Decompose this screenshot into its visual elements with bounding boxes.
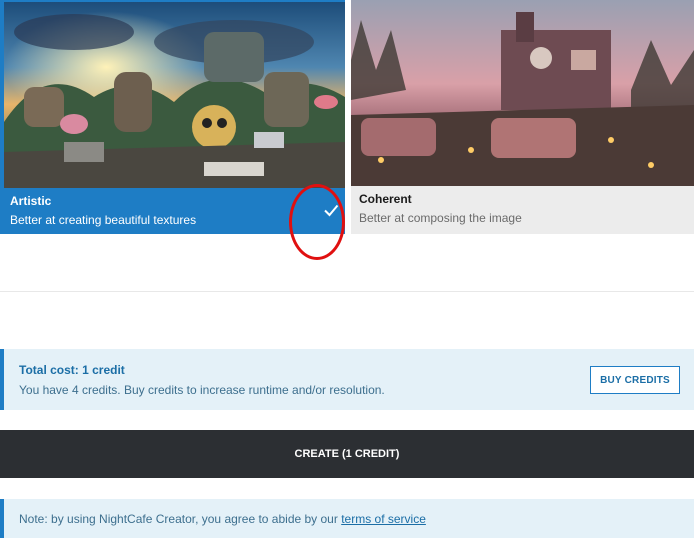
coherent-text: Coherent Better at composing the image (359, 192, 686, 225)
terms-note-text: Note: by using NightCafe Creator, you ag… (19, 512, 342, 526)
style-description: Better at creating beautiful textures (10, 213, 197, 227)
checkmark-icon (324, 204, 339, 217)
divider (0, 291, 694, 292)
terms-note: Note: by using NightCafe Creator, you ag… (0, 499, 694, 538)
buy-credits-button[interactable]: BUY CREDITS (590, 366, 680, 394)
style-description: Better at composing the image (359, 211, 522, 225)
style-selection-page: Artistic Better at creating beautiful te… (0, 0, 694, 538)
style-title: Coherent (359, 192, 412, 206)
cost-panel: Total cost: 1 credit You have 4 credits.… (0, 349, 694, 410)
style-option-artistic[interactable]: Artistic Better at creating beautiful te… (0, 0, 345, 234)
style-title: Artistic (10, 194, 52, 208)
artistic-preview-image (4, 2, 345, 188)
create-button[interactable]: CREATE (1 CREDIT) (0, 430, 694, 478)
coherent-preview-image (351, 0, 694, 186)
artistic-text: Artistic Better at creating beautiful te… (10, 194, 335, 227)
style-option-coherent[interactable]: Coherent Better at composing the image (351, 0, 694, 234)
cost-title: Total cost: 1 credit (19, 363, 125, 377)
cost-description: You have 4 credits. Buy credits to incre… (19, 383, 385, 397)
terms-of-service-link[interactable]: terms of service (341, 512, 426, 526)
